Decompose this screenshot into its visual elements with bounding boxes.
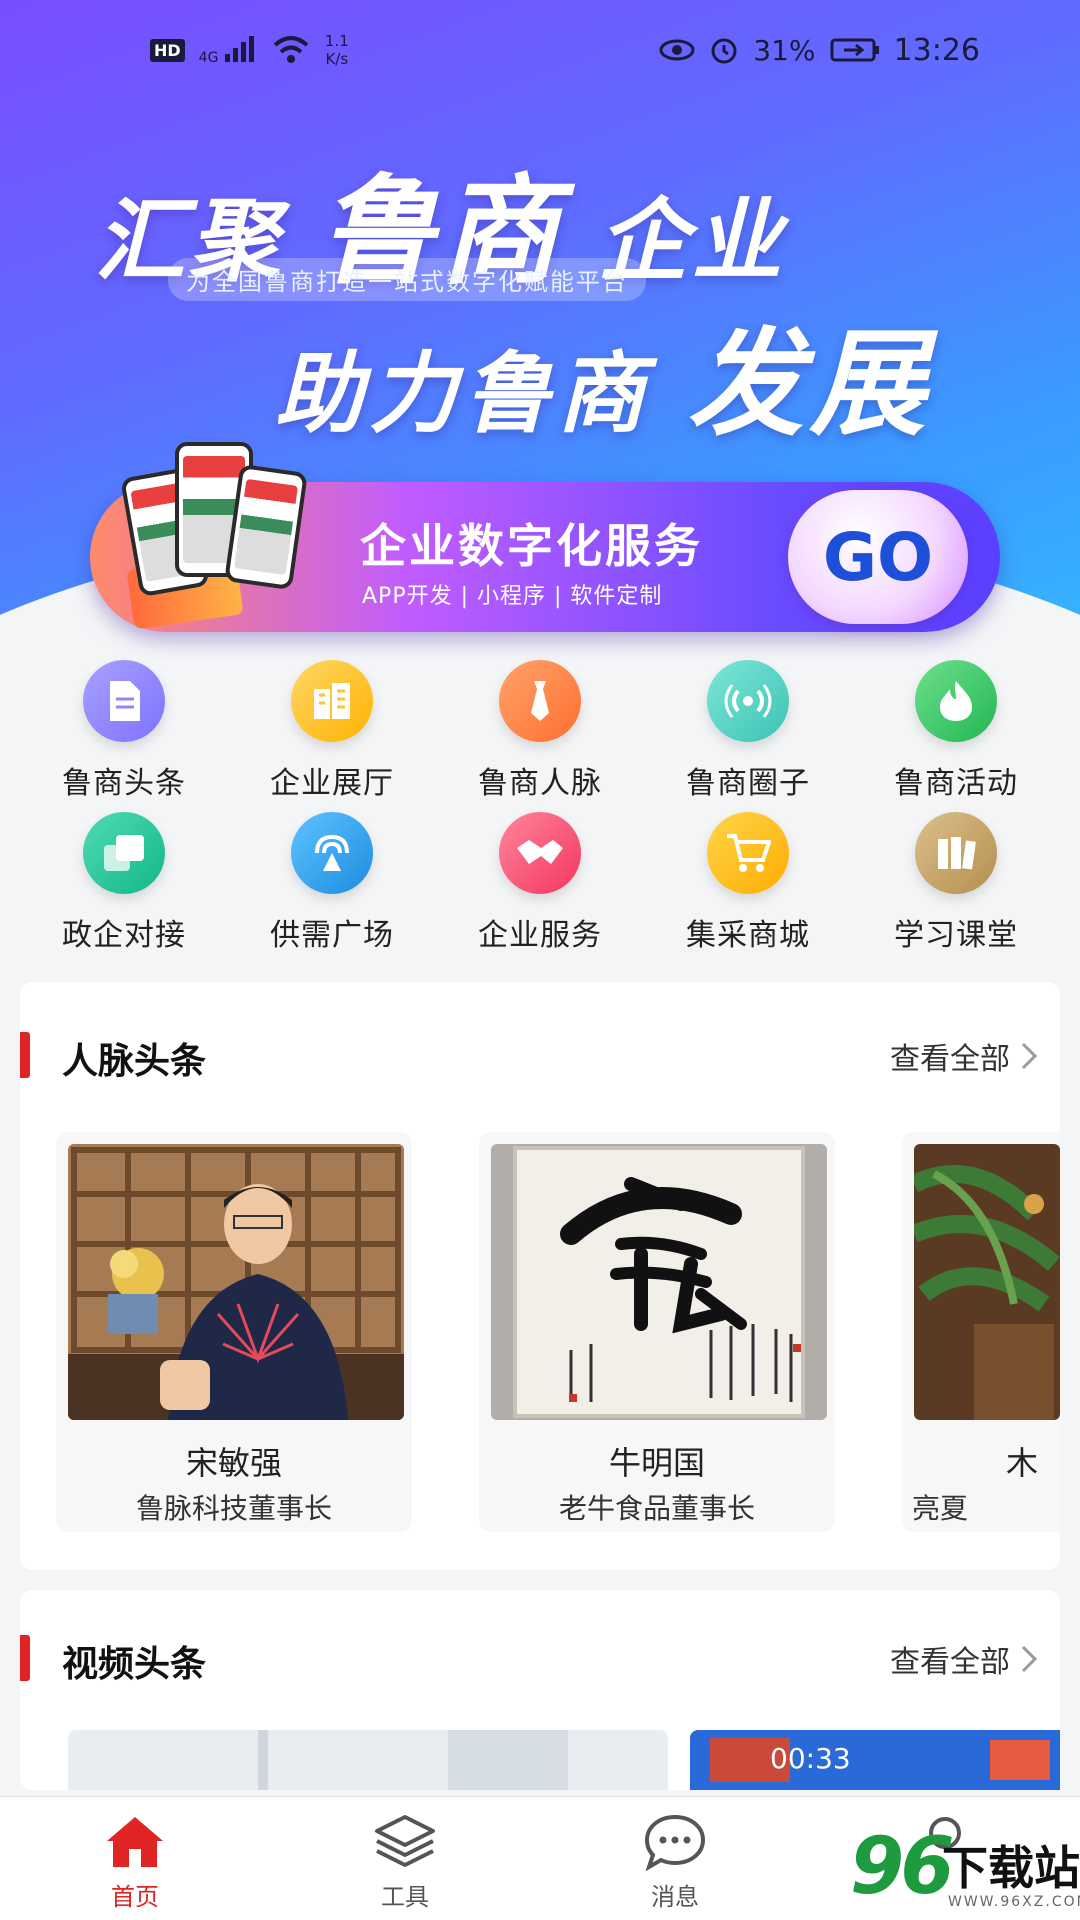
promo-banner[interactable]: 企业数字化服务 APP开发 | 小程序 | 软件定制 GO (90, 442, 1000, 632)
grid-item-showroom[interactable]: 企业展厅 (228, 650, 436, 802)
view-all-label: 查看全部 (890, 1645, 1010, 1680)
signal-icon: 4G (198, 35, 257, 66)
nav-home[interactable]: 首页 (0, 1797, 270, 1920)
hero-banner[interactable]: HD 4G 1.1 K/s 31% 13:26 汇聚 鲁商 企业 为全国鲁商打造… (0, 0, 1080, 660)
view-all-label: 查看全部 (890, 1042, 1010, 1077)
person-card[interactable]: 宋敏强 鲁脉科技董事长 (56, 1132, 412, 1532)
person-card[interactable]: 木 亮夏 (902, 1132, 1060, 1532)
books-icon (915, 812, 997, 894)
radar-icon (291, 812, 373, 894)
person-name: 木 (1006, 1444, 1039, 1482)
nav-label: 工具 (381, 1883, 429, 1911)
grid-label: 供需广场 (270, 918, 394, 953)
tie-icon (499, 660, 581, 742)
grid-item-headlines[interactable]: 鲁商头条 (20, 650, 228, 802)
nav-label: 消息 (651, 1883, 699, 1911)
grid-item-supply-demand[interactable]: 供需广场 (228, 802, 436, 954)
hd-icon: HD (150, 38, 185, 62)
video-thumbnail[interactable] (68, 1730, 668, 1790)
person-photo (914, 1144, 1060, 1420)
watermark-logo: 96 下载站 WWW.96XZ.COM (850, 1822, 1080, 1920)
flame-icon (915, 660, 997, 742)
grid-label: 鲁商活动 (894, 766, 1018, 801)
net-speed-unit: K/s (325, 50, 349, 68)
view-all-link[interactable]: 查看全部 (890, 1034, 1038, 1078)
grid-item-enterprise-service[interactable]: 企业服务 (436, 802, 644, 954)
hero-headline-2b: 发展 (687, 317, 932, 452)
hero-headline-2: 助力鲁商 发展 (275, 290, 932, 458)
section-header: 视频头条 查看全部 (20, 1590, 1060, 1710)
broadcast-icon (707, 660, 789, 742)
phones-illustration (120, 442, 308, 612)
status-bar: HD 4G 1.1 K/s 31% 13:26 (0, 0, 1080, 100)
status-right: 31% 13:26 (659, 33, 980, 68)
section-accent-bar (20, 1635, 30, 1681)
grid-label: 集采商城 (686, 918, 810, 953)
wifi-icon (273, 36, 309, 63)
video-duration: 00:33 (770, 1742, 851, 1775)
watermark-url: WWW.96XZ.COM (948, 1894, 1080, 1910)
person-name: 牛明国 (608, 1444, 705, 1482)
grid-label: 鲁商圈子 (686, 766, 810, 801)
clock: 13:26 (893, 32, 980, 68)
grid-label: 政企对接 (62, 918, 186, 953)
handshake-icon (499, 812, 581, 894)
layers-icon (375, 1815, 435, 1867)
status-left: HD 4G 1.1 K/s (150, 32, 349, 68)
grid-item-mall[interactable]: 集采商城 (644, 802, 852, 954)
person-title: 老牛食品董事长 (558, 1492, 755, 1525)
section-title: 人脉头条 (62, 1041, 207, 1082)
promo-title: 企业数字化服务 (360, 519, 703, 573)
person-title: 亮夏 (912, 1492, 969, 1525)
grid-label: 企业服务 (478, 918, 602, 953)
nav-tools[interactable]: 工具 (270, 1797, 540, 1920)
document-icon (83, 660, 165, 742)
grid-item-circle[interactable]: 鲁商圈子 (644, 650, 852, 802)
grid-label: 企业展厅 (270, 766, 394, 801)
section-header: 人脉头条 查看全部 (20, 982, 1060, 1102)
person-title: 鲁脉科技董事长 (135, 1492, 332, 1525)
eye-icon (659, 39, 695, 61)
watermark-text: 下载站 (942, 1841, 1080, 1895)
cart-icon (707, 812, 789, 894)
signal-bars-icon (224, 35, 254, 62)
nav-messages[interactable]: 消息 (540, 1797, 810, 1920)
home-icon (107, 1817, 163, 1867)
battery-icon (830, 38, 879, 62)
grid-label: 鲁商头条 (62, 766, 186, 801)
feature-grid: 鲁商头条 企业展厅 鲁商人脉 鲁商圈子 鲁商活动 政企对接 供需广场 企业服务 … (20, 640, 1060, 960)
nav-label: 首页 (111, 1883, 159, 1911)
net-speed-value: 1.1 (324, 32, 349, 50)
people-headlines-card: 人脉头条 查看全部 宋敏强 鲁脉科技董事长 牛明国 老牛食品董事长 木 亮夏 (20, 982, 1060, 1570)
chevron-right-icon (1021, 1042, 1038, 1070)
person-name: 宋敏强 (185, 1444, 282, 1482)
windows-icon (83, 812, 165, 894)
video-headlines-card: 视频头条 查看全部 00:33 (20, 1590, 1060, 1790)
go-button[interactable]: GO (788, 490, 968, 624)
grid-label: 学习课堂 (894, 918, 1018, 953)
grid-item-classroom[interactable]: 学习课堂 (852, 802, 1060, 954)
grid-label: 鲁商人脉 (478, 766, 602, 801)
view-all-link[interactable]: 查看全部 (890, 1637, 1038, 1681)
battery-percent: 31% (753, 33, 816, 67)
hero-headline-2a: 助力鲁商 (275, 342, 652, 445)
grid-item-activities[interactable]: 鲁商活动 (852, 650, 1060, 802)
person-card[interactable]: 牛明国 老牛食品董事长 (479, 1132, 835, 1532)
alarm-icon (711, 38, 737, 64)
chat-bubble-icon (644, 1814, 706, 1871)
video-thumbnail[interactable]: 00:33 (690, 1730, 1060, 1790)
promo-tags: APP开发 | 小程序 | 软件定制 (362, 584, 663, 609)
person-photo (491, 1144, 827, 1420)
watermark-number: 96 (850, 1822, 955, 1912)
grid-item-network[interactable]: 鲁商人脉 (436, 650, 644, 802)
net-speed: 1.1 K/s (325, 32, 349, 68)
grid-item-gov-connect[interactable]: 政企对接 (20, 802, 228, 954)
person-photo (68, 1144, 404, 1420)
building-icon (291, 660, 373, 742)
section-accent-bar (20, 1032, 30, 1078)
network-type: 4G (198, 49, 219, 66)
section-title: 视频头条 (62, 1644, 207, 1685)
chevron-right-icon (1021, 1645, 1038, 1673)
